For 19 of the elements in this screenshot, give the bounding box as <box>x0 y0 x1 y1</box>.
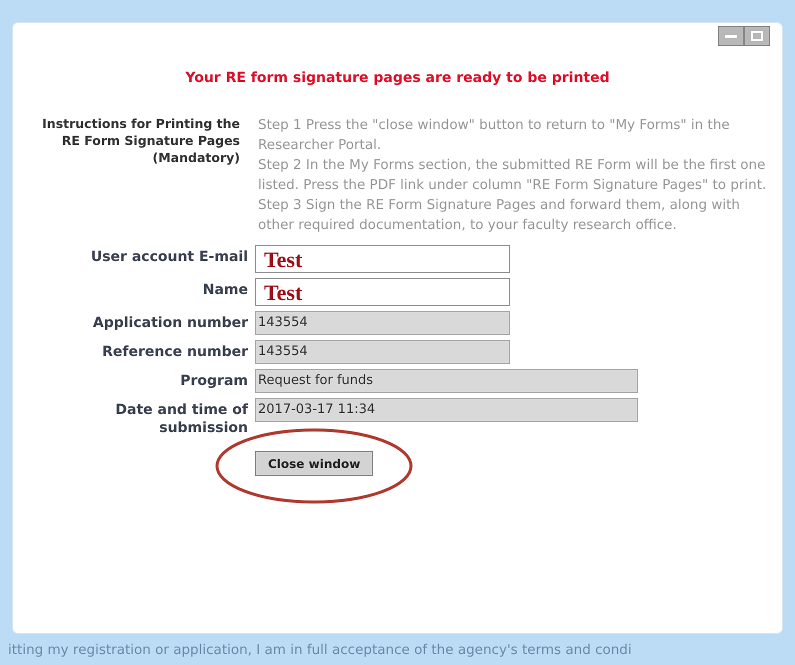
field-label: Application number <box>92 314 248 332</box>
instruction-step: Step 2 In the My Forms section, the submitted RE Form will be the first one listed. Press the PDF link under column "RE Form Signature Pages" to print. <box>258 155 773 195</box>
text-field[interactable]: Test <box>255 278 510 306</box>
field-label: Reference number <box>101 343 248 361</box>
readonly-field: Request for funds <box>255 369 638 393</box>
field-label: User account E-mail <box>90 248 248 266</box>
field-label: Program <box>179 372 248 390</box>
field-label: Date and time of submission <box>114 401 248 437</box>
field-label: Name <box>202 281 248 299</box>
readonly-field: 143554 <box>255 340 510 364</box>
instruction-step: Step 3 Sign the RE Form Signature Pages and forward them, along with other required documentation, to your faculty research office. <box>258 195 773 235</box>
instructions-label: Instructions for Printing the RE Form Signature Pages (Mandatory) <box>41 115 240 167</box>
text-field[interactable]: Test <box>255 245 510 273</box>
close-window-button[interactable]: Close window <box>255 451 374 476</box>
instruction-step: Step 1 Press the "close window" button to return to "My Forms" in the Researcher Portal. <box>258 115 773 155</box>
readonly-field: 143554 <box>255 311 510 335</box>
readonly-field: 2017-03-17 11:34 <box>255 398 638 422</box>
footer-text: itting my registration or application, I am in full acceptance of the agency's terms and condi <box>8 641 633 660</box>
heading: Your RE form signature pages are ready to be printed <box>184 69 611 88</box>
